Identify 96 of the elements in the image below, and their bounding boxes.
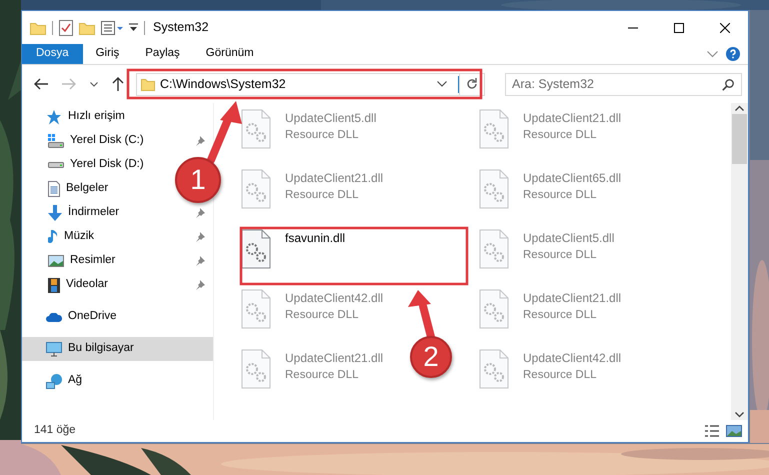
scroll-down-button[interactable] — [735, 410, 744, 420]
drive-icon — [48, 134, 64, 148]
file-name: UpdateClient21.dll — [523, 290, 622, 307]
nav-item[interactable]: Yerel Disk (D:) — [22, 153, 148, 177]
download-icon — [48, 205, 62, 221]
large-icons-view-button[interactable] — [726, 424, 742, 438]
file-type: Resource DLL — [523, 248, 598, 263]
file-name: fsavunin.dll — [285, 230, 346, 247]
dll-file-icon — [241, 349, 271, 389]
dll-file-icon — [479, 289, 509, 329]
list-icon — [704, 424, 720, 438]
dll-file-icon — [479, 169, 509, 209]
folder-icon — [141, 78, 155, 90]
file-type: Resource DLL — [285, 368, 360, 383]
file-item[interactable]: UpdateClient42.dll Resource DLL — [241, 286, 384, 346]
forward-arrow-icon — [62, 78, 76, 90]
dll-file-icon — [241, 229, 271, 269]
nav-item[interactable]: Ağ — [22, 369, 86, 393]
music-note-icon — [48, 229, 58, 245]
file-name: UpdateClient21.dll — [523, 110, 622, 127]
document-icon — [48, 181, 60, 197]
file-item[interactable]: UpdateClient21.dll Resource DLL — [479, 106, 622, 166]
chevron-icon — [90, 82, 98, 86]
dll-file-icon — [479, 349, 509, 389]
details-view-button[interactable] — [704, 424, 720, 438]
file-item[interactable]: UpdateClient21.dll Resource DLL — [241, 346, 384, 406]
arrow — [207, 101, 242, 164]
back-arrow-icon — [34, 78, 48, 90]
expand-ribbon-icon[interactable] — [707, 50, 718, 58]
customize-dropdown-icon[interactable] — [129, 23, 138, 32]
dll-file-icon — [479, 229, 509, 269]
scrollbar-thumb[interactable] — [732, 114, 747, 164]
properties-icon[interactable] — [59, 20, 73, 36]
help-icon[interactable] — [726, 47, 740, 61]
file-type: Resource DLL — [285, 188, 360, 203]
up-arrow-icon — [112, 77, 124, 91]
file-item[interactable]: UpdateClient65.dll Resource DLL — [479, 166, 622, 226]
nav-item[interactable]: Müzik — [22, 225, 98, 249]
close-icon — [720, 22, 730, 32]
file-name: UpdateClient21.dll — [285, 350, 384, 367]
film-icon — [48, 278, 60, 292]
chevron-down-icon — [735, 412, 744, 418]
file-menu-tab[interactable]: Dosya — [22, 44, 83, 64]
nav-item[interactable]: İndirmeler — [22, 201, 124, 225]
search-icon — [722, 78, 734, 90]
monitor-icon — [46, 342, 62, 356]
ribbon-tab[interactable]: Paylaş — [132, 44, 193, 64]
picture-icon — [48, 255, 64, 267]
file-type: Resource DLL — [285, 128, 360, 143]
file-type: Resource DLL — [523, 128, 598, 143]
nav-item[interactable]: OneDrive — [22, 305, 121, 329]
view-options-icon[interactable] — [101, 20, 123, 34]
drive-icon — [48, 162, 64, 168]
search-field[interactable]: Ara: System32 — [505, 72, 742, 96]
window-title: System32 — [153, 19, 209, 36]
address-bar[interactable]: C:\Windows\System32 — [136, 72, 460, 96]
file-name: UpdateClient42.dll — [523, 350, 622, 367]
ribbon-tab[interactable]: Görünüm — [192, 44, 267, 64]
picture-icon — [726, 424, 742, 438]
nav-item[interactable]: Hızlı erişim — [22, 105, 129, 129]
dropdown-icon[interactable] — [437, 81, 447, 87]
nav-item[interactable]: Resimler — [22, 249, 120, 273]
dll-file-icon — [241, 289, 271, 329]
nav-item[interactable]: Belgeler — [22, 177, 112, 201]
refresh-icon — [466, 78, 478, 90]
file-name: UpdateClient65.dll — [523, 170, 622, 187]
maximize-icon — [674, 22, 684, 32]
file-item[interactable]: UpdateClient21.dll Resource DLL — [479, 286, 622, 346]
dll-file-icon — [241, 109, 271, 149]
item-count: 141 öğe — [34, 423, 76, 438]
nav-item[interactable]: Yerel Disk (C:) — [22, 129, 148, 153]
file-name: UpdateClient42.dll — [285, 290, 384, 307]
file-type: Resource DLL — [285, 308, 360, 323]
file-name: UpdateClient5.dll — [285, 110, 376, 127]
address-path: C:\Windows\System32 — [160, 76, 286, 93]
nav-item[interactable]: Videolar — [22, 273, 112, 297]
scrollbar[interactable] — [731, 103, 748, 420]
dll-file-icon — [241, 169, 271, 209]
scroll-up-button[interactable] — [735, 103, 744, 113]
ribbon-tab[interactable]: Giriş — [82, 44, 132, 64]
chevron-up-icon — [735, 105, 744, 111]
minimize-icon — [628, 26, 638, 28]
file-type: Resource DLL — [523, 368, 598, 383]
cloud-icon — [46, 312, 62, 322]
file-item[interactable]: UpdateClient21.dll Resource DLL — [241, 166, 384, 226]
file-item[interactable]: UpdateClient5.dll Resource DLL — [241, 106, 376, 166]
file-item[interactable]: fsavunin.dll — [241, 226, 346, 286]
file-type: Resource DLL — [523, 188, 598, 203]
network-icon — [46, 374, 62, 388]
star-icon — [46, 110, 62, 124]
file-name: UpdateClient5.dll — [523, 230, 614, 247]
file-item[interactable]: UpdateClient42.dll Resource DLL — [479, 346, 622, 406]
file-type: Resource DLL — [523, 308, 598, 323]
file-item[interactable]: UpdateClient5.dll Resource DLL — [479, 226, 614, 286]
dll-file-icon — [479, 109, 509, 149]
file-name: UpdateClient21.dll — [285, 170, 384, 187]
